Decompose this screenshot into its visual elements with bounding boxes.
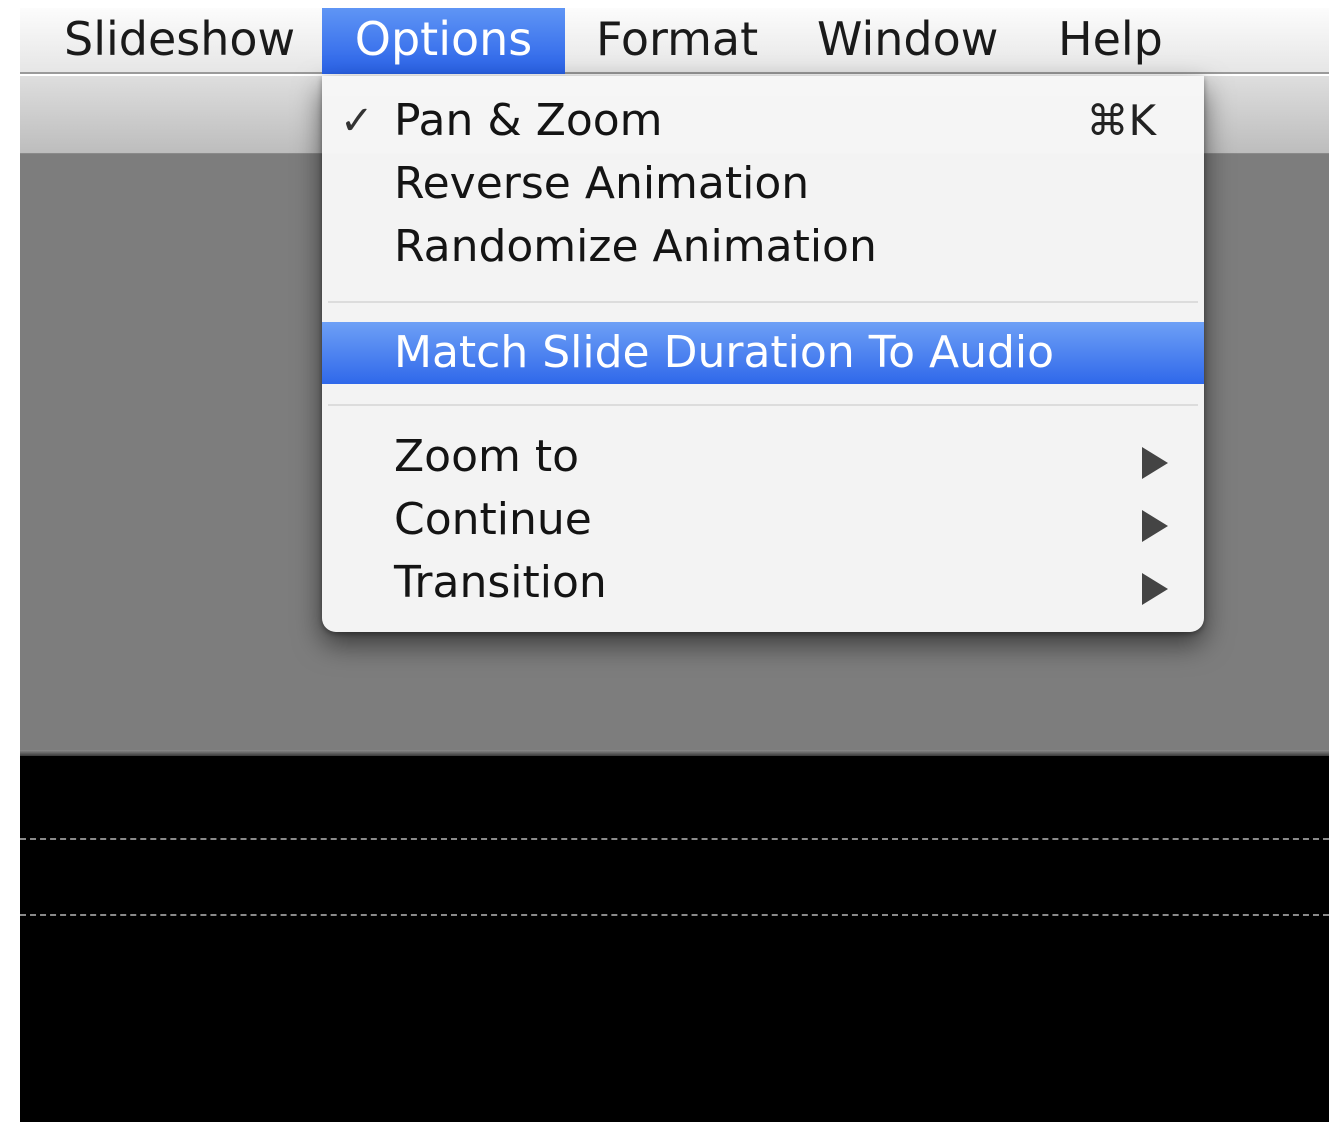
menu-item-label: Transition xyxy=(394,557,607,608)
menu-item-label: Pan & Zoom xyxy=(394,95,663,146)
timeline-track-line xyxy=(20,914,1329,916)
submenu-arrow-icon xyxy=(1142,510,1168,542)
checkmark-icon: ✓ xyxy=(340,98,374,144)
menu-item-transition[interactable]: Transition xyxy=(322,552,1204,614)
menu-separator xyxy=(328,301,1198,303)
timeline-track-line xyxy=(20,838,1329,840)
submenu-arrow-icon xyxy=(1142,447,1168,479)
menu-window[interactable]: Window xyxy=(795,8,1020,74)
menu-slideshow[interactable]: Slideshow xyxy=(42,8,317,74)
menu-item-continue[interactable]: Continue xyxy=(322,489,1204,551)
menu-item-label: Continue xyxy=(394,494,592,545)
menu-format[interactable]: Format xyxy=(574,8,780,74)
command-key-icon: ⌘K xyxy=(1086,96,1156,145)
timeline-area xyxy=(20,756,1329,1122)
menu-item-pan-zoom[interactable]: ✓ Pan & Zoom ⌘K xyxy=(322,90,1204,152)
menu-item-label: Reverse Animation xyxy=(394,158,810,209)
menu-item-zoom-to[interactable]: Zoom to xyxy=(322,426,1204,488)
options-dropdown-menu: ✓ Pan & Zoom ⌘K Reverse Animation Random… xyxy=(322,76,1204,632)
menu-item-reverse-animation[interactable]: Reverse Animation xyxy=(322,153,1204,215)
menu-item-label: Zoom to xyxy=(394,431,580,482)
menu-separator xyxy=(328,404,1198,406)
menu-item-randomize-animation[interactable]: Randomize Animation xyxy=(322,216,1204,278)
menu-item-label: Match Slide Duration To Audio xyxy=(394,327,1055,378)
menu-options[interactable]: Options xyxy=(322,8,565,74)
menu-item-label: Randomize Animation xyxy=(394,221,877,272)
menu-item-match-slide-duration[interactable]: Match Slide Duration To Audio xyxy=(322,322,1204,384)
menu-bar: Slideshow Options Format Window Help xyxy=(20,8,1329,74)
submenu-arrow-icon xyxy=(1142,573,1168,605)
menu-help[interactable]: Help xyxy=(1036,8,1185,74)
